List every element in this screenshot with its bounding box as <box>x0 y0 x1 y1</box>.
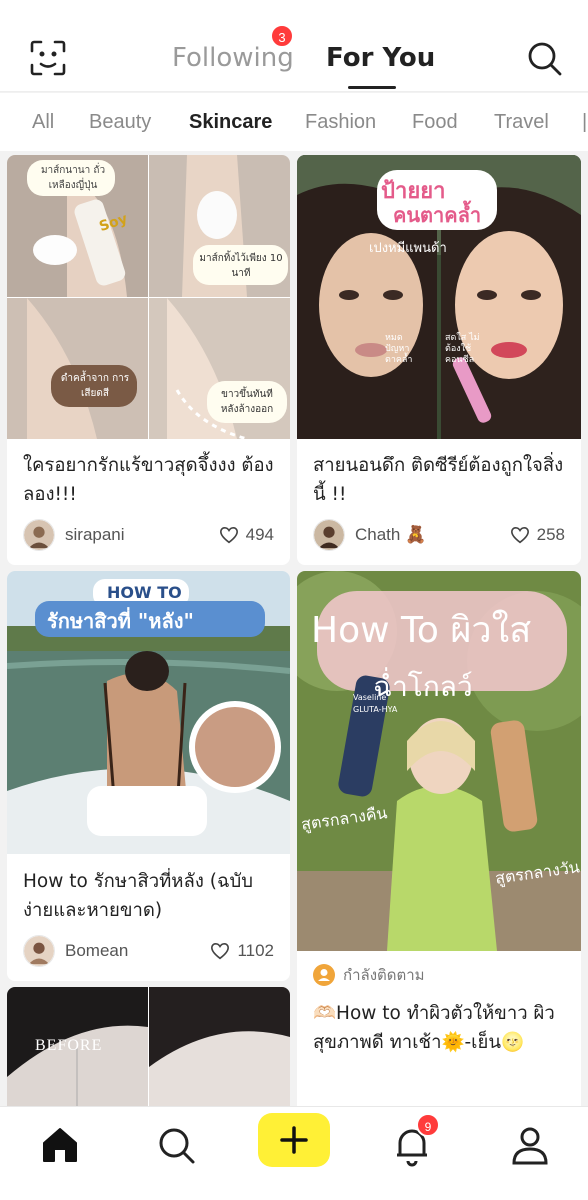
post-card[interactable]: HOW TO รักษาสิวที่ "หลัง" How to รักษาสิ… <box>7 571 290 981</box>
author-name: Bomean <box>65 941 129 960</box>
scan-face-icon[interactable] <box>28 38 68 78</box>
author-name: sirapani <box>65 525 125 544</box>
search-icon[interactable] <box>152 1121 200 1169</box>
category-beauty[interactable]: Beauty <box>89 111 151 134</box>
post-author[interactable]: Chath 🧸 <box>313 519 426 551</box>
post-author[interactable]: Bomean <box>23 935 128 967</box>
top-bar: Following 3 For You <box>0 0 588 92</box>
avatar <box>23 519 55 551</box>
heart-icon <box>219 526 238 544</box>
image-caption: มาส์กนานา ถั่วเหลืองญี่ปุ่น <box>40 165 106 191</box>
search-icon[interactable] <box>522 36 566 80</box>
tab-for-you[interactable]: For You <box>326 38 435 78</box>
post-title: สายนอนดึก ติดซีรีย์ต้องถูกใจสิ่งนี้ !! <box>313 455 564 505</box>
notification-badge: 9 <box>416 1113 440 1137</box>
image-caption: ฉ่ำโกลว์ <box>373 670 473 703</box>
author-name: Chath 🧸 <box>355 525 427 544</box>
like-button[interactable]: 1102 <box>209 940 274 962</box>
image-caption: HOW TO <box>107 583 182 602</box>
user-icon <box>313 964 335 986</box>
heart-icon <box>510 526 529 544</box>
avatar <box>23 935 55 967</box>
avatar <box>313 519 345 551</box>
profile-icon[interactable] <box>506 1121 554 1169</box>
category-fashion[interactable]: Fashion <box>305 111 376 134</box>
image-caption: BEFORE <box>35 1037 103 1054</box>
image-caption: ดำคล้ำจาก การเสียดสี <box>60 373 130 399</box>
add-post-button[interactable] <box>258 1113 330 1167</box>
like-button[interactable]: 494 <box>218 524 274 546</box>
category-all[interactable]: All <box>32 111 54 134</box>
image-caption: How To ผิวใส <box>311 610 532 651</box>
category-food[interactable]: Food <box>412 111 458 134</box>
like-count: 494 <box>245 525 274 544</box>
image-caption: หมดปัญหา ตาคล้ำ <box>385 333 413 365</box>
category-travel[interactable]: Travel <box>494 111 549 134</box>
category-skincare[interactable]: Skincare <box>189 111 272 134</box>
following-status-text: กำลังติดตาม <box>343 966 425 984</box>
like-count: 1102 <box>237 941 274 960</box>
post-author[interactable]: sirapani <box>23 519 125 551</box>
post-title: How to รักษาสิวที่หลัง (ฉบับง่ายและหายขา… <box>23 871 254 921</box>
post-title: ใครอยากรักแร้ขาวสุดจึ้งงง ต้องลอง!!! <box>23 455 274 505</box>
category-more-edge: | <box>582 111 588 133</box>
image-caption: มาส์กทิ้งไว้เพียง 10 นาที <box>199 253 283 279</box>
plus-icon <box>280 1126 308 1154</box>
active-tab-indicator <box>348 86 396 89</box>
image-caption: รักษาสิวที่ "หลัง" <box>47 609 194 633</box>
image-caption: ขาวขึ้นทันที หลังล้างออก <box>220 389 274 415</box>
following-badge: 3 <box>270 24 294 48</box>
post-title: 🫶🏻How to ทำผิวตัวให้ขาว ผิวสุขภาพดี ทาเช… <box>313 1003 555 1053</box>
home-icon[interactable] <box>36 1121 84 1169</box>
heart-icon <box>211 942 230 960</box>
following-status: กำลังติดตาม <box>313 963 425 987</box>
post-card[interactable]: ป้ายยา คนตาคล้ำ เปงหมีแพนด้า หมดปัญหา ตา… <box>297 155 581 565</box>
post-card[interactable]: How To ผิวใส ฉ่ำโกลว์ Vaseline GLUTA-HYA… <box>297 571 581 1131</box>
image-caption: GLUTA-HYA <box>353 705 398 714</box>
image-caption: เปงหมีแพนด้า <box>369 241 447 256</box>
like-button[interactable]: 258 <box>509 524 565 546</box>
image-caption: Vaseline <box>353 693 387 702</box>
image-caption: สดใส ไม่ต้องใช้ คอนซีล <box>445 333 480 365</box>
bottom-nav: 9 <box>0 1106 588 1200</box>
image-caption: คนตาคล้ำ <box>393 203 482 227</box>
like-count: 258 <box>536 525 565 544</box>
category-bar: All Beauty Skincare Fashion Food Travel … <box>0 93 588 151</box>
post-card[interactable]: มาส์กนานา ถั่วเหลืองญี่ปุ่น Soy มาส์กทิ้… <box>7 155 290 565</box>
